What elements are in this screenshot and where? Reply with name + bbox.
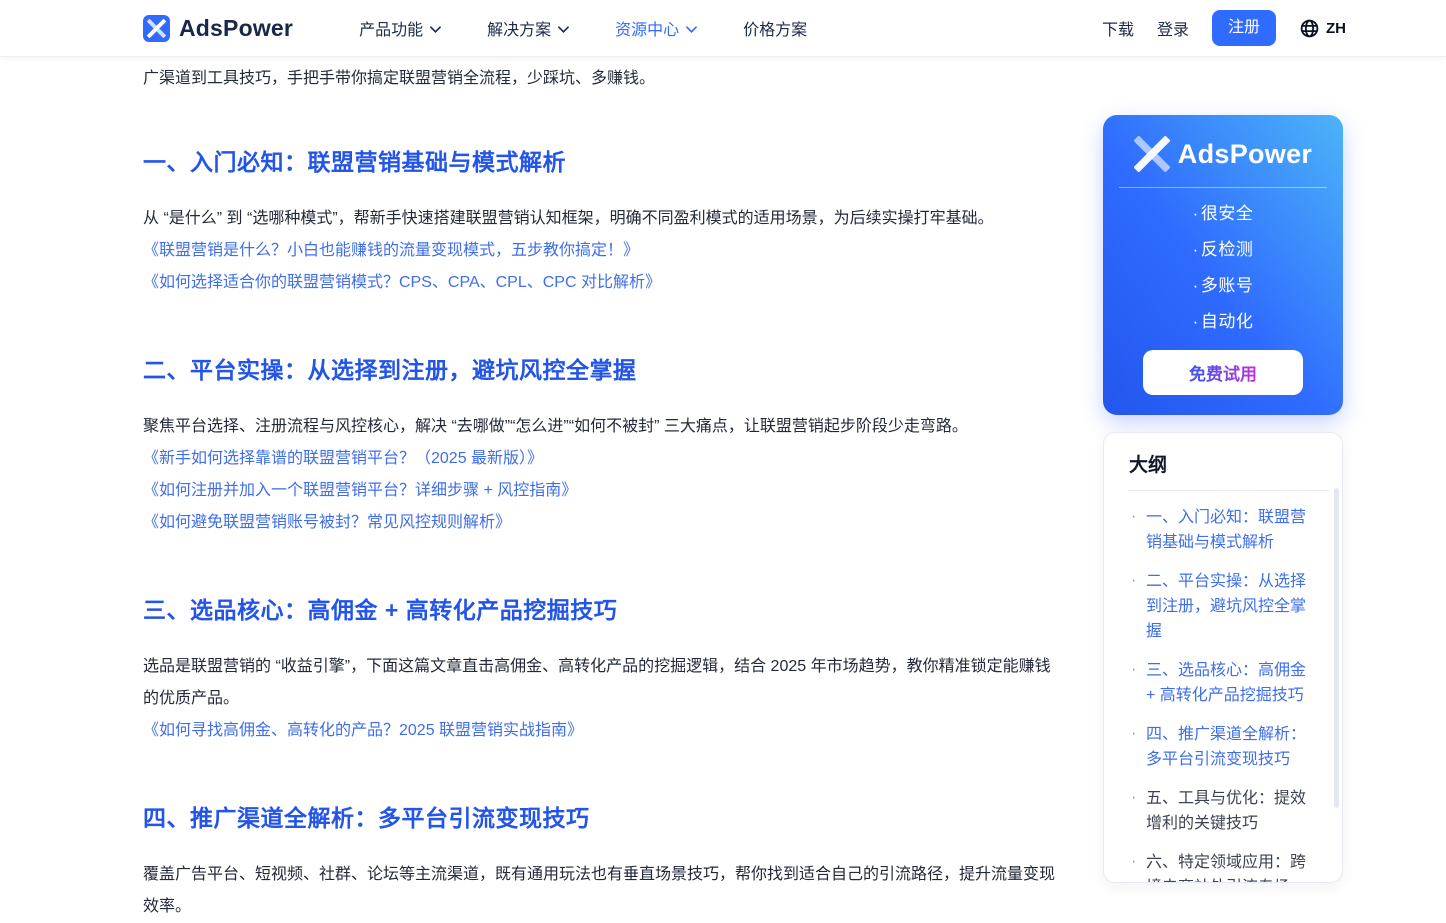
bullet-icon: · bbox=[1131, 657, 1136, 682]
top-nav-bar: AdsPower 产品功能 解决方案 资源中心 bbox=[0, 0, 1446, 57]
section-3-description: 选品是联盟营销的 “收益引擎”，下面这篇文章直击高佣金、高转化产品的挖掘逻辑，结… bbox=[143, 651, 1063, 715]
promo-feature-label: 反检测 bbox=[1201, 240, 1254, 259]
promo-feature-list: ·很安全 ·反检测 ·多账号 ·自动化 bbox=[1103, 196, 1343, 340]
outline-item-label: 一、入门必知：联盟营销基础与模式解析 bbox=[1146, 509, 1306, 551]
article-link[interactable]: 《如何避免联盟营销账号被封？常见风控规则解析》 bbox=[143, 507, 1063, 539]
article-link[interactable]: 《如何选择适合你的联盟营销模式？CPS、CPA、CPL、CPC 对比解析》 bbox=[143, 267, 1063, 299]
nav-item-pricing[interactable]: 价格方案 bbox=[743, 16, 807, 40]
bullet-icon: · bbox=[1193, 312, 1199, 331]
section-3: 三、选品核心：高佣金 + 高转化产品挖掘技巧 选品是联盟营销的 “收益引擎”，下… bbox=[143, 595, 1063, 747]
adspower-logo-text: AdsPower bbox=[179, 15, 293, 42]
article-link[interactable]: 《如何注册并加入一个联盟营销平台？详细步骤 + 风控指南》 bbox=[143, 475, 1063, 507]
language-switcher[interactable]: ZH bbox=[1299, 18, 1346, 39]
main-nav: 产品功能 解决方案 资源中心 价格方案 bbox=[359, 16, 807, 40]
section-2-description: 聚焦平台选择、注册流程与风控核心，解决 “去哪做”“怎么进”“如何不被封” 三大… bbox=[143, 411, 1063, 443]
outline-item-4[interactable]: · 四、推广渠道全解析：多平台引流变现技巧 bbox=[1129, 722, 1312, 772]
language-code: ZH bbox=[1326, 20, 1346, 37]
section-1-heading: 一、入门必知：联盟营销基础与模式解析 bbox=[143, 147, 1063, 177]
article-intro: 广渠道到工具技巧，手把手带你搞定联盟营销全流程，少踩坑、多赚钱。 bbox=[143, 67, 1063, 91]
nav-item-products[interactable]: 产品功能 bbox=[359, 16, 441, 40]
outline-scrollbar-thumb[interactable] bbox=[1334, 488, 1339, 808]
promo-feature: ·自动化 bbox=[1103, 304, 1343, 340]
section-2-heading: 二、平台实操：从选择到注册，避坑风控全掌握 bbox=[143, 355, 1063, 385]
promo-feature: ·很安全 bbox=[1103, 196, 1343, 232]
adspower-logo-icon bbox=[143, 15, 170, 42]
article-link[interactable]: 《新手如何选择靠谱的联盟营销平台？（2025 最新版）》 bbox=[143, 443, 1063, 475]
nav-item-label: 资源中心 bbox=[615, 16, 679, 40]
promo-card: AdsPower ·很安全 ·反检测 ·多账号 ·自动化 免费试用 bbox=[1103, 115, 1343, 415]
nav-item-solutions[interactable]: 解决方案 bbox=[487, 16, 569, 40]
nav-item-label: 解决方案 bbox=[487, 16, 551, 40]
outline-item-label: 三、选品核心：高佣金 + 高转化产品挖掘技巧 bbox=[1146, 662, 1306, 704]
outline-item-3[interactable]: · 三、选品核心：高佣金 + 高转化产品挖掘技巧 bbox=[1129, 658, 1312, 708]
outline-item-label: 四、推广渠道全解析：多平台引流变现技巧 bbox=[1146, 726, 1306, 768]
adspower-logo[interactable]: AdsPower bbox=[143, 15, 293, 42]
bullet-icon: · bbox=[1193, 240, 1199, 259]
adspower-logo-icon bbox=[1134, 136, 1170, 172]
promo-logo-text: AdsPower bbox=[1178, 139, 1312, 170]
outline-item-2[interactable]: · 二、平台实操：从选择到注册，避坑风控全掌握 bbox=[1129, 569, 1312, 644]
outline-card: 大纲 · 一、入门必知：联盟营销基础与模式解析 · 二、平台实操：从选择到注册，避坑… bbox=[1103, 432, 1343, 883]
outline-item-label: 六、特定领域应用：跨境电商站外引流专场 bbox=[1146, 854, 1306, 883]
promo-feature-label: 自动化 bbox=[1201, 312, 1254, 331]
download-link[interactable]: 下载 bbox=[1102, 16, 1134, 40]
promo-feature: ·多账号 bbox=[1103, 268, 1343, 304]
signup-button[interactable]: 注册 bbox=[1212, 10, 1276, 45]
adspower-resource-page: AdsPower 产品功能 解决方案 资源中心 bbox=[0, 0, 1446, 901]
nav-item-resources[interactable]: 资源中心 bbox=[615, 16, 697, 40]
chevron-down-icon bbox=[686, 26, 697, 33]
nav-item-label: 价格方案 bbox=[743, 16, 807, 40]
outline-item-6[interactable]: · 六、特定领域应用：跨境电商站外引流专场 bbox=[1129, 850, 1312, 883]
section-2: 二、平台实操：从选择到注册，避坑风控全掌握 聚焦平台选择、注册流程与风控核心，解… bbox=[143, 355, 1063, 539]
promo-feature-label: 很安全 bbox=[1201, 204, 1254, 223]
bullet-icon: · bbox=[1131, 849, 1136, 874]
bullet-icon: · bbox=[1193, 204, 1199, 223]
bullet-icon: · bbox=[1131, 568, 1136, 593]
free-trial-label: 免费试用 bbox=[1189, 365, 1257, 384]
article-link[interactable]: 《如何寻找高佣金、高转化的产品？2025 联盟营销实战指南》 bbox=[143, 715, 1063, 747]
section-1-description: 从 “是什么” 到 “选哪种模式”，帮新手快速搭建联盟营销认知框架，明确不同盈利… bbox=[143, 203, 1063, 235]
section-3-heading: 三、选品核心：高佣金 + 高转化产品挖掘技巧 bbox=[143, 595, 1063, 625]
article-link[interactable]: 《联盟营销是什么？小白也能赚钱的流量变现模式，五步教你搞定！》 bbox=[143, 235, 1063, 267]
article-content: 广渠道到工具技巧，手把手带你搞定联盟营销全流程，少踩坑、多赚钱。 一、入门必知：… bbox=[143, 57, 1063, 923]
header-actions: 下载 登录 注册 ZH bbox=[1102, 10, 1346, 45]
outline-item-1[interactable]: · 一、入门必知：联盟营销基础与模式解析 bbox=[1129, 505, 1312, 555]
promo-divider bbox=[1119, 187, 1327, 188]
bullet-icon: · bbox=[1131, 504, 1136, 529]
outline-list: · 一、入门必知：联盟营销基础与模式解析 · 二、平台实操：从选择到注册，避坑风控全… bbox=[1104, 505, 1342, 883]
outline-item-label: 五、工具与优化：提效增利的关键技巧 bbox=[1146, 790, 1306, 832]
free-trial-button[interactable]: 免费试用 bbox=[1143, 350, 1303, 395]
chevron-down-icon bbox=[430, 26, 441, 33]
section-4: 四、推广渠道全解析：多平台引流变现技巧 覆盖广告平台、短视频、社群、论坛等主流渠… bbox=[143, 803, 1063, 923]
bullet-icon: · bbox=[1131, 785, 1136, 810]
outline-title: 大纲 bbox=[1129, 450, 1342, 477]
outline-item-label: 二、平台实操：从选择到注册，避坑风控全掌握 bbox=[1146, 573, 1306, 640]
section-1: 一、入门必知：联盟营销基础与模式解析 从 “是什么” 到 “选哪种模式”，帮新手… bbox=[143, 147, 1063, 299]
login-link[interactable]: 登录 bbox=[1157, 16, 1189, 40]
section-4-description: 覆盖广告平台、短视频、社群、论坛等主流渠道，既有通用玩法也有垂直场景技巧，帮你找… bbox=[143, 859, 1063, 923]
outline-item-5[interactable]: · 五、工具与优化：提效增利的关键技巧 bbox=[1129, 786, 1312, 836]
bullet-icon: · bbox=[1131, 721, 1136, 746]
nav-item-label: 产品功能 bbox=[359, 16, 423, 40]
globe-icon bbox=[1299, 18, 1320, 39]
promo-feature-label: 多账号 bbox=[1201, 276, 1254, 295]
chevron-down-icon bbox=[558, 26, 569, 33]
bullet-icon: · bbox=[1193, 276, 1199, 295]
promo-feature: ·反检测 bbox=[1103, 232, 1343, 268]
section-4-heading: 四、推广渠道全解析：多平台引流变现技巧 bbox=[143, 803, 1063, 833]
outline-divider bbox=[1128, 490, 1329, 491]
promo-logo: AdsPower bbox=[1103, 115, 1343, 172]
